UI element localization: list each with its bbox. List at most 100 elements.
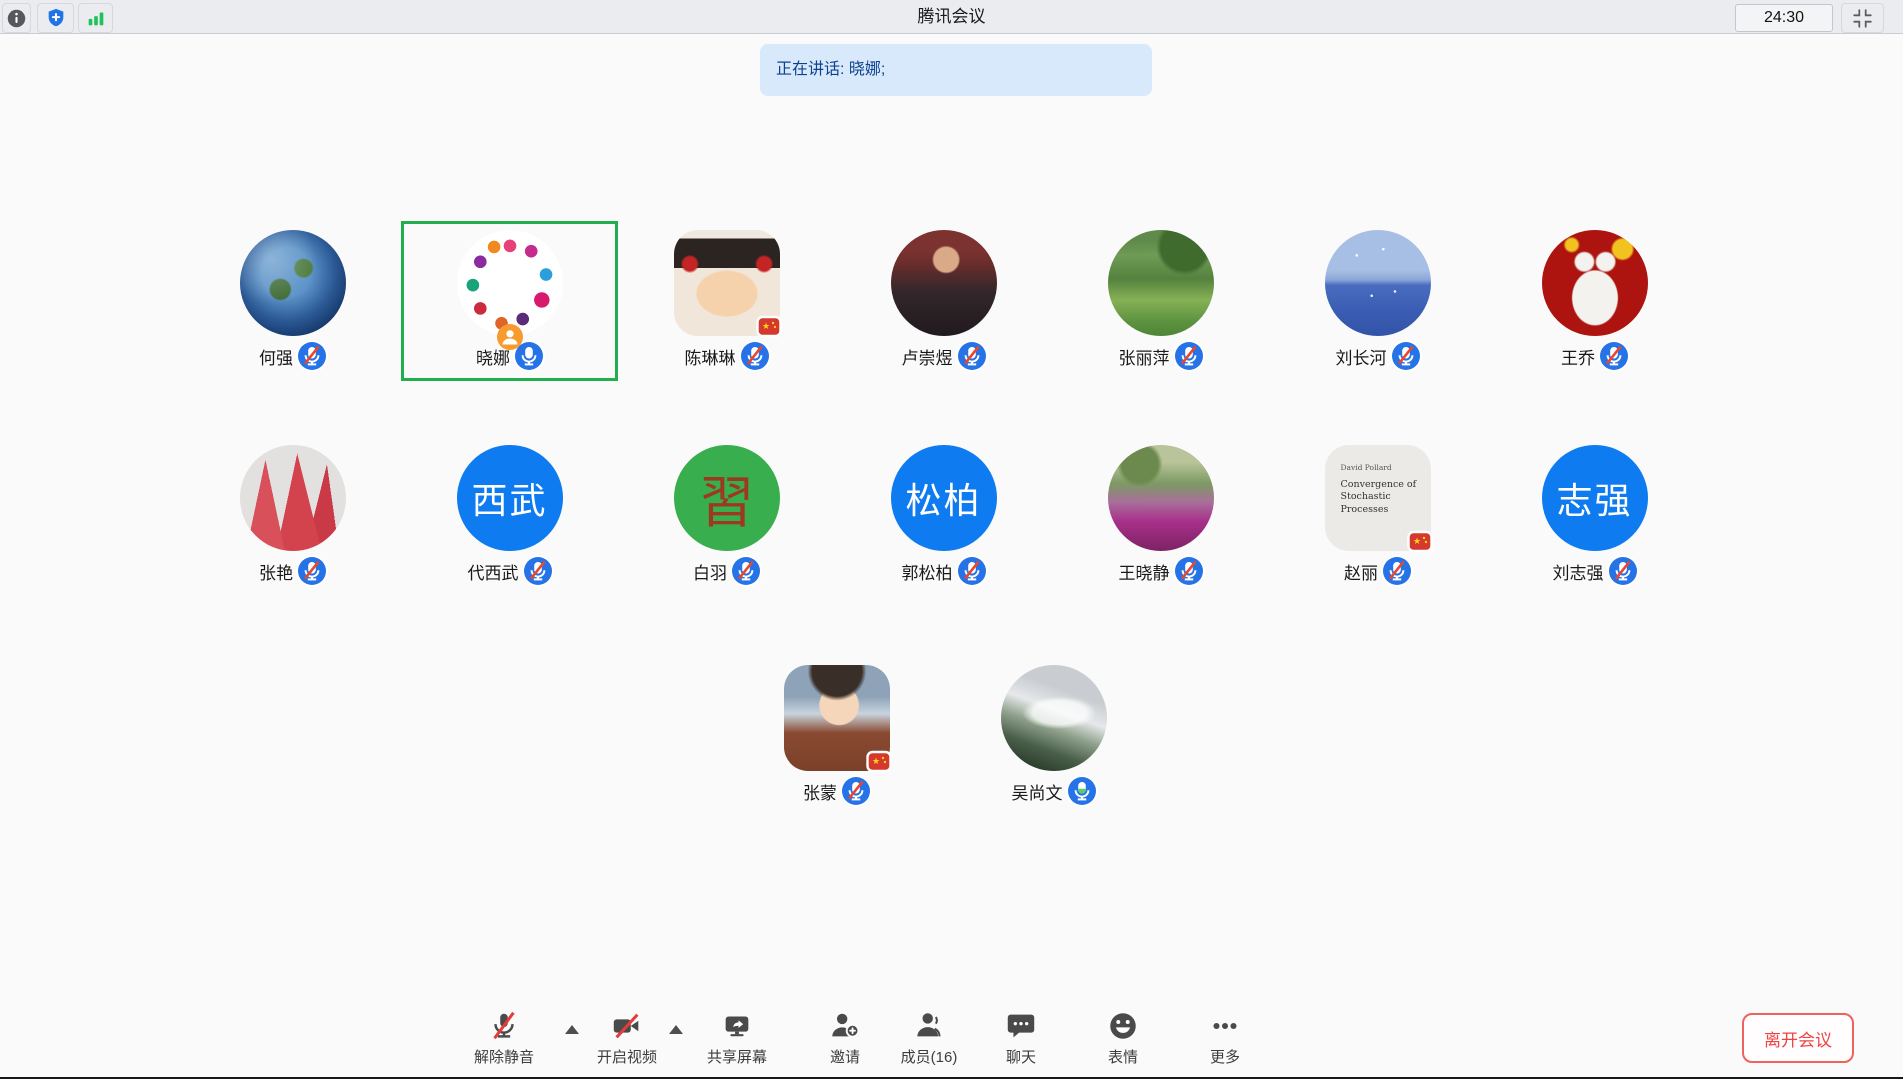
avatar-text: 志强 [1556, 472, 1632, 524]
more-button[interactable]: 更多 [1207, 1009, 1243, 1067]
participant-grid-row-3: ★ 张蒙 吴尚文 [728, 656, 1162, 816]
participant-tile-active-speaker[interactable]: 晓娜 [401, 221, 618, 381]
start-video-button[interactable]: 开启视频 [597, 1009, 657, 1067]
invite-button[interactable]: 邀请 [827, 1009, 863, 1067]
mic-status-icon [1383, 557, 1411, 585]
participant-name: 刘长河 [1336, 344, 1387, 369]
mic-status-icon [842, 777, 870, 805]
chat-button[interactable]: 聊天 [1003, 1009, 1039, 1067]
chat-label: 聊天 [1006, 1046, 1036, 1067]
members-button[interactable]: 成员(16) [901, 1009, 958, 1067]
members-person-icon [911, 1009, 947, 1043]
unmute-button[interactable]: 解除静音 [474, 1009, 534, 1067]
participant-name: 张蒙 [803, 779, 837, 804]
avatar: ★ [784, 665, 890, 771]
more-dots-icon [1207, 1009, 1243, 1043]
title-bar: 腾讯会议 24:30 [0, 0, 1903, 34]
camera-off-icon [609, 1009, 645, 1043]
participant-tile[interactable]: 西武 代西武 [401, 436, 618, 596]
participant-tile[interactable]: 志强 刘志强 [1486, 436, 1703, 596]
participant-name: 吴尚文 [1012, 779, 1063, 804]
participant-tile[interactable]: 松柏 郭松柏 [835, 436, 1052, 596]
avatar: 志强 [1542, 445, 1648, 551]
participant-tile[interactable]: 何强 [184, 221, 401, 381]
mic-status-icon [524, 557, 552, 585]
participant-tile[interactable]: 習 白羽 [618, 436, 835, 596]
video-options-caret[interactable] [669, 1025, 683, 1034]
mic-status-icon [1600, 342, 1628, 370]
mic-status-icon [1392, 342, 1420, 370]
meeting-timer: 24:30 [1735, 4, 1833, 32]
participant-tile[interactable]: 张丽萍 [1052, 221, 1269, 381]
flag-badge-icon: ★ [756, 315, 782, 338]
avatar: ★ [674, 230, 780, 336]
participant-name: 张丽萍 [1119, 344, 1170, 369]
participant-name: 陈琳琳 [685, 344, 736, 369]
participant-grid-row-2: 张艳 西武 代西武 習 白羽 松柏 郭松柏 王晓静 David Pollard C… [184, 436, 1703, 596]
avatar-text: 松柏 [905, 472, 981, 524]
active-speaker-banner: 正在讲话: 晓娜; [760, 44, 1152, 96]
mic-status-icon [1068, 777, 1096, 805]
participant-tile[interactable]: 刘长河 [1269, 221, 1486, 381]
participant-name: 刘志强 [1553, 559, 1604, 584]
avatar-text: 西武 [471, 472, 547, 524]
mic-status-icon [741, 342, 769, 370]
start-video-label: 开启视频 [597, 1046, 657, 1067]
avatar-text: Convergence of Stochastic Processes [1341, 479, 1421, 516]
avatar [1001, 665, 1107, 771]
svg-text:★: ★ [1413, 536, 1421, 546]
participant-name: 王乔 [1561, 344, 1595, 369]
avatar: 松柏 [891, 445, 997, 551]
exit-fullscreen-button[interactable] [1841, 3, 1884, 33]
mic-status-icon [958, 342, 986, 370]
share-screen-label: 共享屏幕 [707, 1046, 767, 1067]
avatar: 西武 [457, 445, 563, 551]
window-title: 腾讯会议 [0, 0, 1903, 33]
mic-status-icon [1175, 342, 1203, 370]
participant-tile[interactable]: 吴尚文 [945, 656, 1162, 816]
chat-bubble-icon [1003, 1009, 1039, 1043]
participant-name: 代西武 [468, 559, 519, 584]
participant-tile[interactable]: 王晓静 [1052, 436, 1269, 596]
leave-meeting-button[interactable]: 离开会议 [1742, 1013, 1854, 1063]
avatar-text: 習 [699, 458, 755, 539]
participant-tile[interactable]: ★ 陈琳琳 [618, 221, 835, 381]
avatar [1325, 230, 1431, 336]
invite-label: 邀请 [830, 1046, 860, 1067]
smiley-icon [1105, 1009, 1141, 1043]
participant-tile[interactable]: David Pollard Convergence of Stochastic P… [1269, 436, 1486, 596]
avatar [891, 230, 997, 336]
mic-status-icon [298, 557, 326, 585]
avatar-book-author: David Pollard [1341, 463, 1392, 472]
avatar [457, 230, 563, 336]
participant-name: 赵丽 [1344, 559, 1378, 584]
participant-tile[interactable]: 张艳 [184, 436, 401, 596]
share-screen-button[interactable]: 共享屏幕 [707, 1009, 767, 1067]
participant-tile[interactable]: 卢崇煜 [835, 221, 1052, 381]
flag-badge-icon: ★ [866, 750, 892, 773]
more-label: 更多 [1210, 1046, 1240, 1067]
unmute-label: 解除静音 [474, 1046, 534, 1067]
mic-options-caret[interactable] [565, 1025, 579, 1034]
participant-name: 张艳 [259, 559, 293, 584]
avatar: 習 [674, 445, 780, 551]
emoji-button[interactable]: 表情 [1105, 1009, 1141, 1067]
invite-person-icon [827, 1009, 863, 1043]
members-label: 成员(16) [901, 1046, 958, 1067]
participant-tile[interactable]: 王乔 [1486, 221, 1703, 381]
participant-name: 王晓静 [1119, 559, 1170, 584]
mic-status-icon [1175, 557, 1203, 585]
participant-name: 何强 [259, 344, 293, 369]
emoji-label: 表情 [1108, 1046, 1138, 1067]
mic-status-icon [732, 557, 760, 585]
svg-text:★: ★ [872, 756, 880, 766]
participant-grid-row-1: 何强 晓娜 ★ 陈琳琳 卢崇煜 张丽萍 刘长河 王乔 [184, 221, 1703, 381]
participant-name: 郭松柏 [902, 559, 953, 584]
avatar: David Pollard Convergence of Stochastic P… [1325, 445, 1431, 551]
mic-status-icon [298, 342, 326, 370]
participant-tile[interactable]: ★ 张蒙 [728, 656, 945, 816]
host-badge-icon [497, 324, 523, 350]
mic-status-icon [958, 557, 986, 585]
meeting-toolbar: 解除静音 开启视频 共享屏幕 邀请 成员(16) 聊天 表情 [0, 1003, 1903, 1077]
participant-name: 白羽 [693, 559, 727, 584]
